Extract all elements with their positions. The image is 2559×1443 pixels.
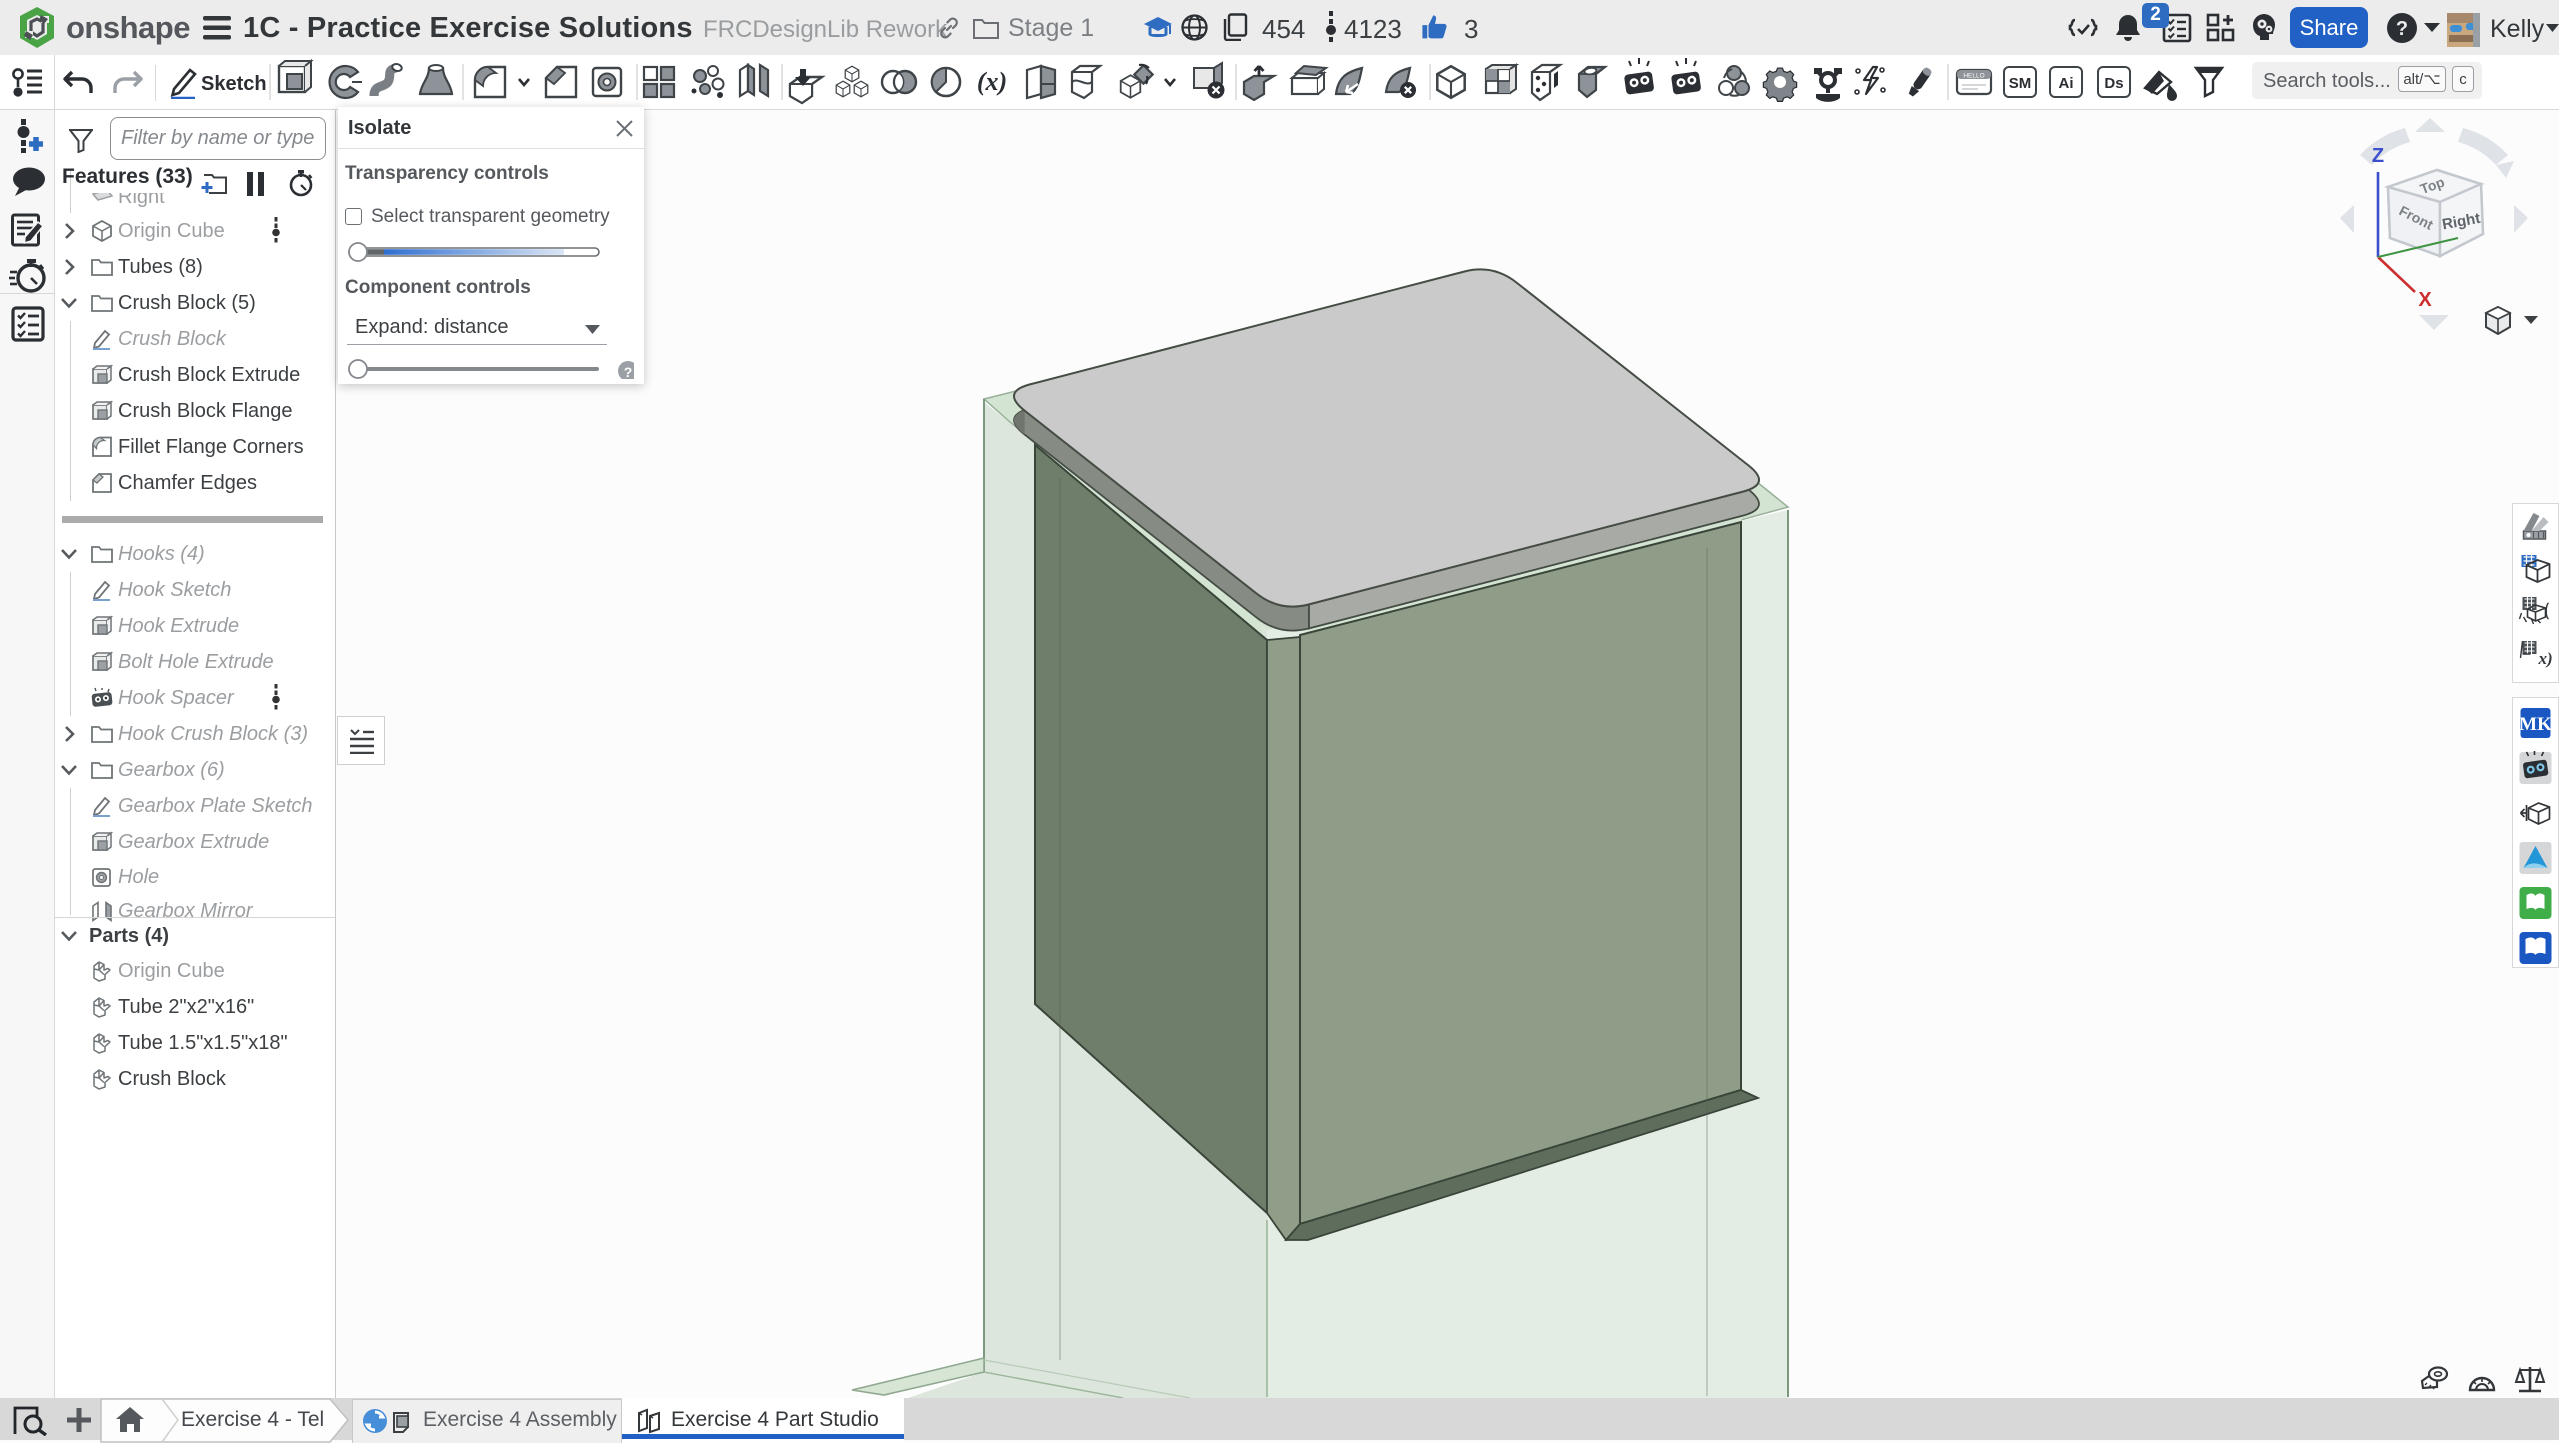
svg-text:MK: MK <box>2519 714 2552 735</box>
svg-text:X: X <box>2418 289 2432 311</box>
svg-text:HELLO: HELLO <box>1963 73 1984 80</box>
svg-text:(x): (x) <box>977 67 1007 96</box>
svg-text:Ai: Ai <box>2059 75 2074 92</box>
svg-text:SM: SM <box>2009 75 2032 92</box>
svg-text:Z: Z <box>2372 145 2384 167</box>
svg-text:Ds: Ds <box>2104 75 2123 92</box>
svg-text:?: ? <box>2396 18 2408 40</box>
svg-text:?: ? <box>624 364 633 379</box>
svg-text:x): x) <box>2538 649 2553 668</box>
